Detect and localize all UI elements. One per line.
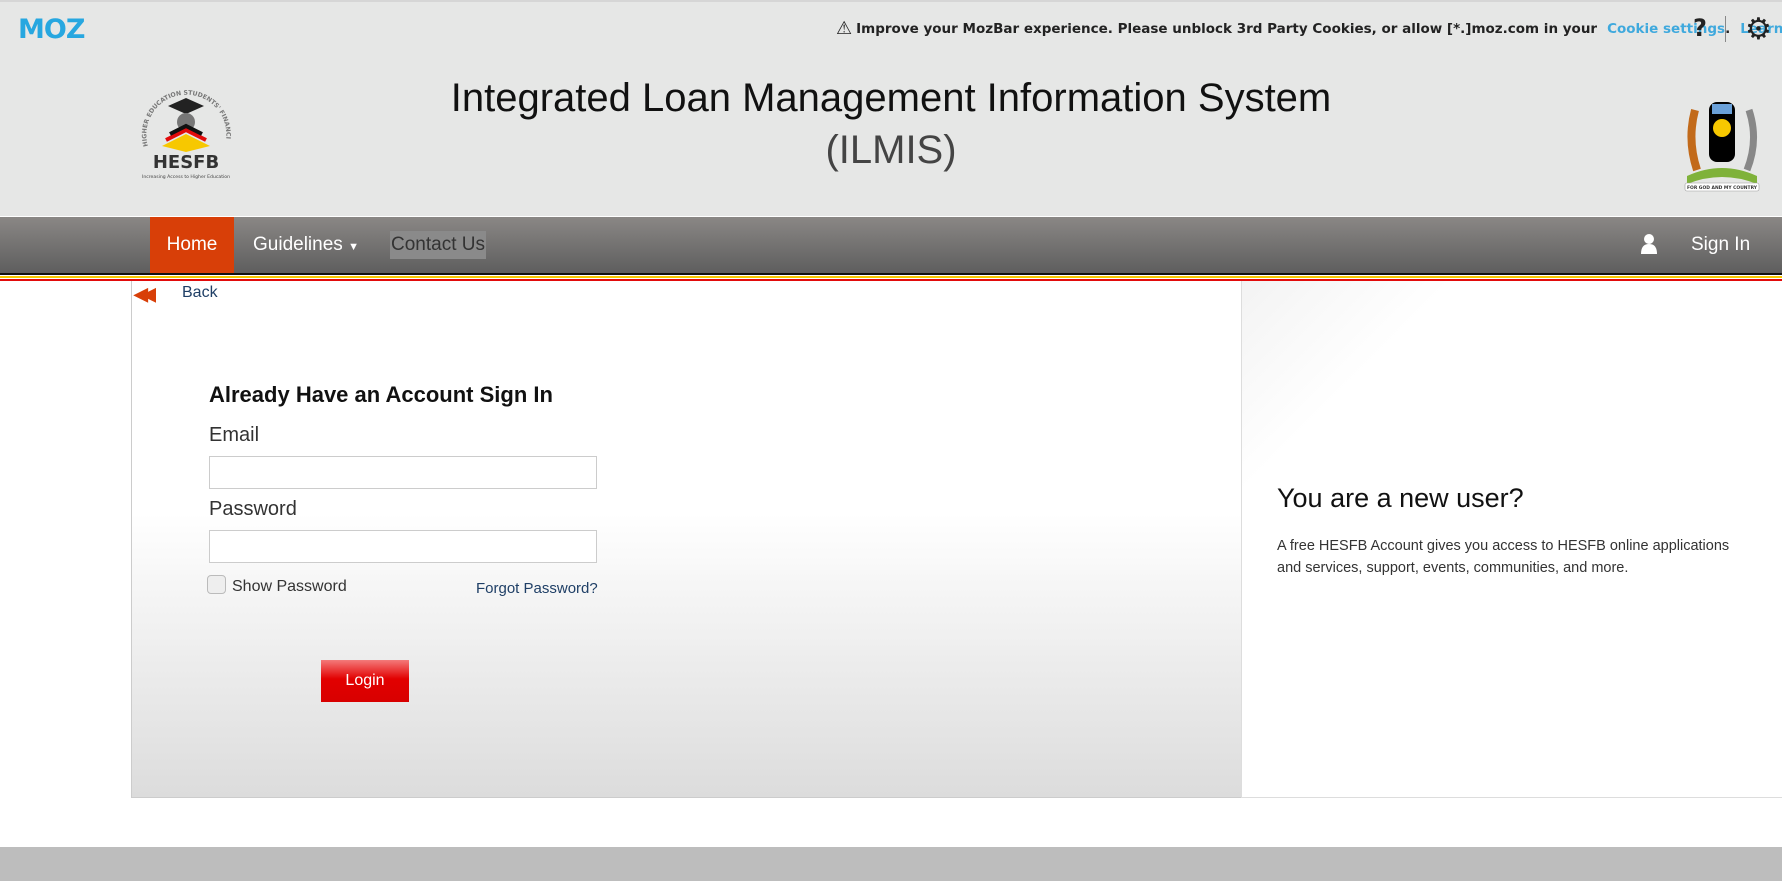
mozbar-message: Improve your MozBar experience. Please u… xyxy=(856,20,1598,37)
gear-icon[interactable]: ⚙ xyxy=(1745,12,1772,47)
footer xyxy=(0,847,1782,881)
user-icon xyxy=(1641,234,1657,254)
nav-guidelines-label: Guidelines xyxy=(253,234,343,255)
nav-contact-us[interactable]: Contact Us xyxy=(390,231,486,259)
divider xyxy=(1725,16,1726,42)
hesfb-logo-tagline: Increasing Access to Higher Education xyxy=(142,174,230,180)
show-password-checkbox[interactable] xyxy=(207,575,226,594)
forgot-password-link[interactable]: Forgot Password? xyxy=(476,580,598,597)
email-label: Email xyxy=(209,424,260,446)
show-password-label[interactable]: Show Password xyxy=(232,578,347,596)
page-subtitle: (ILMIS) xyxy=(825,128,957,172)
nav-home[interactable]: Home xyxy=(150,217,234,273)
page-title: Integrated Loan Management Information S… xyxy=(450,76,1332,120)
login-button[interactable]: Login xyxy=(321,660,409,702)
caret-down-icon: ▼ xyxy=(348,241,359,253)
mozbar-notice: ⚠ Improve your MozBar experience. Please… xyxy=(836,18,1782,39)
warning-icon: ⚠ xyxy=(836,18,853,39)
coat-of-arms-logo: FOR GOD AND MY COUNTRY xyxy=(1684,102,1760,192)
moz-logo[interactable]: MOZ xyxy=(18,14,85,45)
back-link[interactable]: Back xyxy=(182,284,218,302)
sign-in-heading: Already Have an Account Sign In xyxy=(209,382,553,407)
nav-sign-in[interactable]: Sign In xyxy=(1691,217,1750,273)
double-chevron-left-icon[interactable]: ◀◀ xyxy=(134,284,156,305)
email-input[interactable] xyxy=(209,456,597,489)
nav-guidelines[interactable]: Guidelines ▼ xyxy=(253,217,359,273)
new-user-heading: You are a new user? xyxy=(1277,483,1524,513)
new-user-text: A free HESFB Account gives you access to… xyxy=(1277,538,1730,576)
password-input[interactable] xyxy=(209,530,597,563)
help-icon[interactable]: ? xyxy=(1693,14,1707,42)
password-label: Password xyxy=(209,498,297,520)
coat-of-arms-motto: FOR GOD AND MY COUNTRY xyxy=(1687,185,1758,191)
cookie-settings-link[interactable]: Cookie settings xyxy=(1607,21,1725,37)
main-nav: Home Guidelines ▼ Contact Us Sign In xyxy=(0,217,1782,273)
